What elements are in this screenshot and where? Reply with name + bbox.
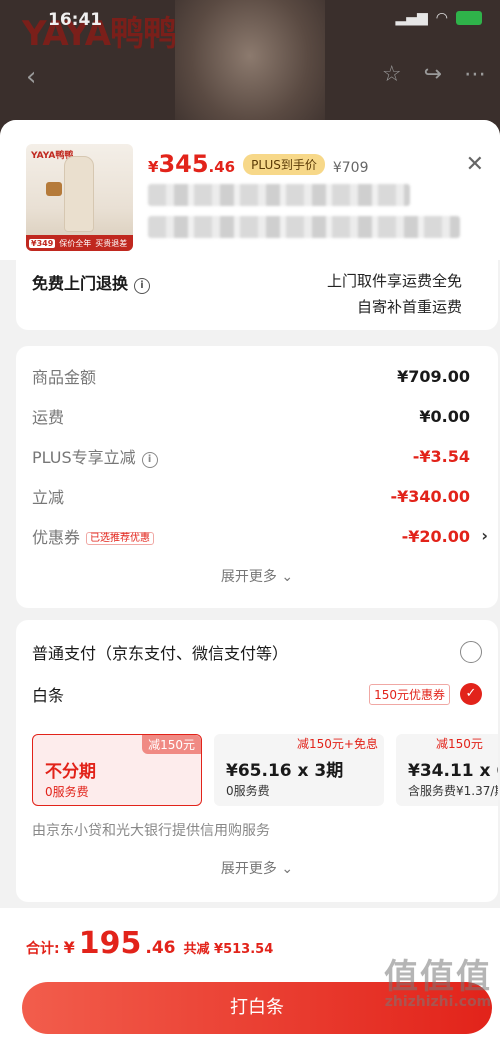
total-currency: ¥ <box>63 938 75 957</box>
total-saved: 共减 ¥513.54 <box>183 942 274 957</box>
thumb-coat <box>64 156 94 232</box>
thumb-price: ¥349 <box>29 238 56 248</box>
battery-icon <box>456 11 482 25</box>
recommended-coupon-tag: 已选推荐优惠 <box>86 532 155 545</box>
payment-normal-label: 普通支付（京东支付、微信支付等） <box>32 644 289 663</box>
status-time: 16:41 <box>48 10 103 30</box>
product-thumbnail: YAYA鸭鸭 ¥349 保价全年 买贵退差 <box>26 144 133 251</box>
amount-label: 商品金额 <box>32 368 97 387</box>
site-watermark: 值值值 zhizhizhi.com <box>384 960 492 1010</box>
plan-3-installments[interactable]: 减150元+免息 ¥65.16 x 3期 0服务费 <box>214 734 384 806</box>
plan-tag: 减150元 <box>436 737 483 751</box>
payment-option-baitiao[interactable]: 白条 150元优惠券 ✓ <box>32 682 482 706</box>
expand-more-payment[interactable]: 展开更多 ⌄ <box>16 858 498 878</box>
plan-title: ¥65.16 x 3期 <box>226 761 344 781</box>
close-icon[interactable]: ✕ <box>466 154 484 176</box>
price-row: ¥345.46 PLUS到手价 ¥709 <box>148 150 369 178</box>
plan-6-installments[interactable]: 减150元 ¥34.11 x 6期 含服务费¥1.37/期 <box>396 734 498 806</box>
thumb-promo1: 保价全年 <box>59 238 92 248</box>
plus-price-badge: PLUS到手价 <box>243 154 325 175</box>
amount-label: PLUS专享立减 i <box>32 444 158 468</box>
coupon-label: 优惠券 <box>32 528 81 547</box>
amount-row-plus: PLUS专享立减 i -¥3.54 <box>32 444 470 468</box>
radio-selected-check-icon[interactable]: ✓ <box>460 683 482 705</box>
plan-tag: 减150元+免息 <box>297 737 378 751</box>
amount-value: -¥340.00 <box>390 486 470 506</box>
return-service-card: 免费上门退换 i 上门取件享运费全免 自寄补首重运费 <box>16 260 498 330</box>
info-icon[interactable]: i <box>134 278 151 294</box>
plus-discount-label: PLUS专享立减 <box>32 448 136 467</box>
amount-label: 运费 <box>32 408 65 427</box>
amount-row-coupon[interactable]: 优惠券 已选推荐优惠 -¥20.00 <box>32 524 470 548</box>
chevron-down-icon: ⌄ <box>281 861 294 877</box>
thumb-promo2: 买贵退差 <box>95 238 128 248</box>
amount-value: -¥3.54 <box>412 446 470 466</box>
chevron-down-icon: ⌄ <box>281 569 294 585</box>
thumb-bag <box>46 182 62 196</box>
baitiao-right: 150元优惠券 ✓ <box>369 683 482 705</box>
product-header: YAYA鸭鸭 ¥349 保价全年 买贵退差 ¥345.46 PLUS到手价 ¥7… <box>0 120 500 260</box>
expand-more-label: 展开更多 <box>220 569 277 585</box>
amount-row-instant: 立减 -¥340.00 <box>32 484 470 508</box>
total-amount: 合计: ¥ 195 .46 共减 ¥513.54 <box>26 926 273 961</box>
plan-sub: 0服务费 <box>45 785 89 799</box>
plan-sub: 含服务费¥1.37/期 <box>408 784 498 798</box>
plan-sub: 0服务费 <box>226 784 270 798</box>
amount-card: 商品金额 ¥709.00 运费 ¥0.00 PLUS专享立减 i -¥3.54 立… <box>16 346 498 608</box>
back-icon[interactable]: ‹ <box>26 62 36 92</box>
payment-option-normal[interactable]: 普通支付（京东支付、微信支付等） <box>32 640 482 664</box>
final-price: ¥345.46 <box>148 150 235 178</box>
price-dec: .46 <box>208 158 236 176</box>
nav-actions: ☆ ↪ ⋯ <box>382 62 486 87</box>
return-line-1: 上门取件享运费全免 <box>326 272 462 290</box>
thumb-promo-bar: ¥349 保价全年 买贵退差 <box>26 235 133 251</box>
return-line-2: 自寄补首重运费 <box>356 298 462 316</box>
total-int: 195 <box>78 926 142 961</box>
blurred-title-line-1 <box>148 184 410 206</box>
watermark-main: 值值值 <box>384 957 492 997</box>
status-icons: ▂▄▆ ◠ <box>395 10 482 26</box>
amount-row-shipping: 运费 ¥0.00 <box>32 404 470 428</box>
amount-label: 优惠券 已选推荐优惠 <box>32 524 155 548</box>
radio-unselected[interactable] <box>460 641 482 663</box>
payment-baitiao-label: 白条 <box>32 686 65 705</box>
total-label: 合计: <box>26 941 60 957</box>
amount-value: -¥20.00 <box>401 526 470 546</box>
wifi-icon: ◠ <box>435 10 448 26</box>
return-service-label: 免费上门退换 <box>32 274 129 293</box>
amount-value: ¥709.00 <box>397 366 470 386</box>
model-photo <box>175 0 325 140</box>
expand-more-label: 展开更多 <box>220 861 277 877</box>
return-service-title: 免费上门退换 i <box>32 270 151 294</box>
checkout-sheet: YAYA鸭鸭 ¥349 保价全年 买贵退差 ¥345.46 PLUS到手价 ¥7… <box>0 120 500 1040</box>
watermark-site: zhizhizhi.com <box>384 994 492 1010</box>
installment-plans: 减150元 不分期 0服务费 减150元+免息 ¥65.16 x 3期 0服务费… <box>32 734 498 810</box>
chevron-right-icon[interactable]: › <box>481 526 488 545</box>
amount-row-goods: 商品金额 ¥709.00 <box>32 364 470 388</box>
product-page-background: YAYA鸭鸭 16:41 ▂▄▆ ◠ ‹ ☆ ↪ ⋯ <box>0 0 500 140</box>
price-int: 345 <box>158 150 209 178</box>
share-icon[interactable]: ↪ <box>424 62 442 87</box>
credit-provider-note: 由京东小贷和光大银行提供信用购服务 <box>32 823 270 839</box>
plan-title: 不分期 <box>45 762 96 782</box>
info-icon[interactable]: i <box>141 452 158 468</box>
amount-value: ¥0.00 <box>419 406 470 426</box>
payment-card: 普通支付（京东支付、微信支付等） 白条 150元优惠券 ✓ 减150元 不分期 … <box>16 620 498 902</box>
amount-label: 立减 <box>32 488 65 507</box>
original-price: ¥709 <box>332 160 369 176</box>
expand-more-amounts[interactable]: 展开更多 ⌄ <box>16 566 498 586</box>
price-currency: ¥ <box>148 158 159 176</box>
plan-no-installment[interactable]: 减150元 不分期 0服务费 <box>32 734 202 806</box>
signal-icon: ▂▄▆ <box>395 10 428 26</box>
favorite-icon[interactable]: ☆ <box>382 62 402 87</box>
plan-tag: 减150元 <box>142 735 201 754</box>
total-dec: .46 <box>145 938 176 958</box>
plan-title: ¥34.11 x 6期 <box>408 761 498 781</box>
more-icon[interactable]: ⋯ <box>464 62 486 87</box>
blurred-title-line-2 <box>148 216 460 238</box>
baitiao-coupon-badge: 150元优惠券 <box>369 683 450 705</box>
